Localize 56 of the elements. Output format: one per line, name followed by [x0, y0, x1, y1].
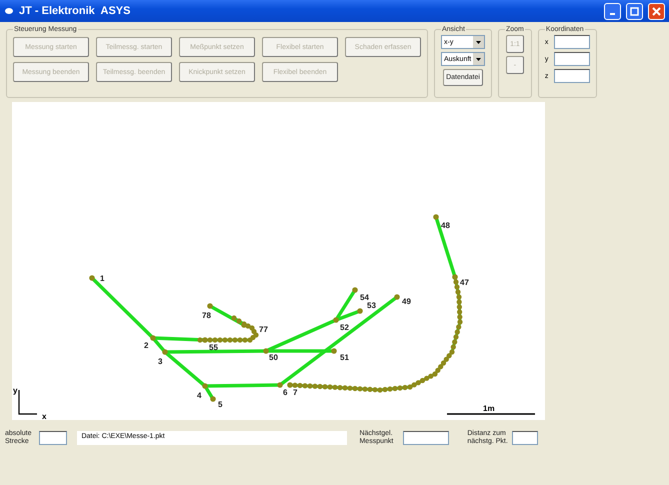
distance-field[interactable] — [39, 431, 68, 445]
scale-label: 1m — [483, 404, 495, 413]
axis-label: x — [42, 412, 46, 420]
nearest-point-field[interactable] — [403, 431, 450, 445]
point-marker — [263, 348, 269, 354]
point-marker — [357, 308, 363, 314]
point-marker — [241, 322, 247, 328]
point-marker — [202, 337, 208, 343]
app-icon — [4, 7, 14, 15]
point-label: 47 — [460, 278, 469, 287]
point-label: 49 — [402, 297, 411, 306]
point-label: 48 — [441, 221, 450, 230]
maximize-icon — [630, 6, 639, 16]
point-label: 50 — [269, 353, 278, 362]
point-marker — [89, 275, 95, 281]
point-label: 55 — [209, 343, 218, 352]
point-marker — [277, 382, 283, 388]
nearest-distance-field[interactable] — [512, 431, 538, 445]
point-marker — [207, 303, 213, 309]
point-marker — [287, 382, 293, 388]
close-button[interactable] — [648, 2, 665, 20]
coordinate-field[interactable] — [554, 69, 590, 83]
point-label: 53 — [367, 301, 376, 310]
axis-label: y — [13, 386, 18, 395]
point-label: 3 — [158, 357, 162, 366]
axes-icon — [18, 390, 37, 415]
close-icon — [652, 6, 661, 16]
coordinate-field[interactable] — [554, 52, 590, 66]
point-label: 78 — [202, 311, 211, 320]
minimize-button[interactable] — [604, 2, 621, 20]
point-marker — [210, 396, 216, 402]
maximize-button[interactable] — [626, 2, 643, 20]
point-label: 77 — [259, 325, 268, 334]
point-marker — [150, 335, 156, 341]
point-marker — [162, 349, 168, 355]
coordinate-field[interactable] — [554, 35, 590, 49]
point-marker — [352, 287, 358, 293]
point-marker — [452, 274, 458, 280]
point-label: 4 — [197, 391, 202, 400]
track-line — [434, 216, 457, 278]
point-label: 51 — [340, 353, 349, 362]
point-marker — [394, 294, 400, 300]
point-marker — [333, 317, 339, 323]
point-label: 2 — [144, 341, 148, 350]
point-label: 54 — [360, 293, 369, 302]
point-label: 7 — [293, 388, 298, 397]
dropdown-icon — [476, 40, 481, 44]
point-marker — [331, 348, 337, 354]
point-marker — [433, 214, 439, 220]
window-title: JT - Elektronik ASYS — [19, 5, 132, 17]
point-marker — [202, 383, 208, 389]
point-label: 52 — [340, 323, 349, 332]
dropdown-icon — [476, 58, 481, 60]
point-label: 1 — [100, 274, 104, 283]
point-label: 6 — [283, 388, 288, 397]
point-label: 5 — [218, 400, 222, 409]
